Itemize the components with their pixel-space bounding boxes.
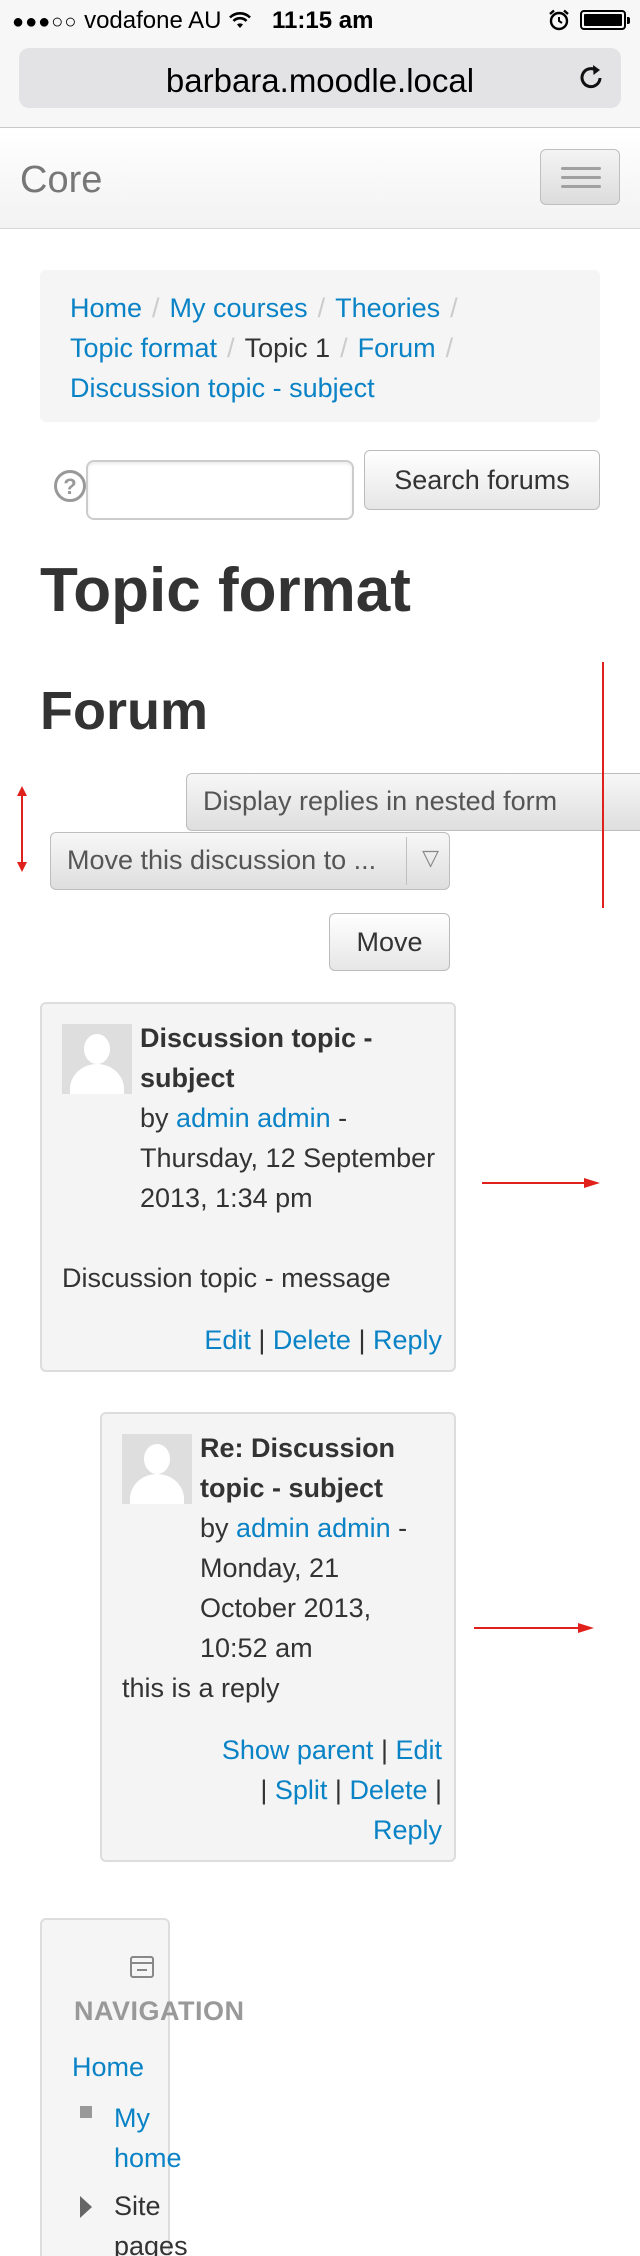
wifi-icon xyxy=(229,12,252,28)
forum-post-reply: Re: Discussion topic - subject by admin … xyxy=(100,1412,456,1862)
nav-home-link[interactable]: Home xyxy=(72,2052,144,2083)
post-commands: Edit | Delete | Reply xyxy=(204,1325,442,1355)
author-link[interactable]: admin admin xyxy=(176,1103,331,1133)
post-header: Discussion topic - subject by admin admi… xyxy=(140,1018,440,1218)
bullet-icon xyxy=(80,2106,92,2118)
expand-arrow-icon[interactable] xyxy=(80,2196,92,2218)
post-header: Re: Discussion topic - subject by admin … xyxy=(200,1428,430,1668)
annotation-vertical-line xyxy=(602,662,604,908)
move-button[interactable]: Move xyxy=(329,913,450,971)
navigation-block: NAVIGATION Home My home Site pages xyxy=(40,1918,244,2256)
chevron-down-icon: ▽ xyxy=(422,845,439,870)
post-message: this is a reply xyxy=(122,1673,280,1703)
annotation-double-arrow xyxy=(17,786,27,872)
edit-link[interactable]: Edit xyxy=(395,1735,442,1765)
site-navbar: Core xyxy=(0,129,640,229)
breadcrumb-forum[interactable]: Forum xyxy=(358,333,436,363)
avatar[interactable] xyxy=(62,1024,132,1094)
annotation-arrow-right xyxy=(482,1178,600,1188)
menu-toggle-button[interactable] xyxy=(540,149,620,205)
show-parent-link[interactable]: Show parent xyxy=(222,1735,374,1765)
search-forums-input[interactable] xyxy=(86,460,354,520)
reply-link[interactable]: Reply xyxy=(373,1815,442,1845)
post-subject: Discussion topic - subject xyxy=(140,1023,373,1093)
breadcrumb-topic-1: Topic 1 xyxy=(244,333,331,363)
breadcrumb-discussion[interactable]: Discussion topic - subject xyxy=(70,373,375,403)
post-date: Monday, 21 October 2013, 10:52 am xyxy=(200,1553,372,1663)
help-icon[interactable]: ? xyxy=(54,470,86,502)
carrier-name: vodafone AU xyxy=(84,7,222,34)
navigation-title: NAVIGATION xyxy=(74,1996,245,2026)
url-text: barbara.moodle.local xyxy=(165,62,475,99)
avatar[interactable] xyxy=(122,1434,192,1504)
page-title: Topic format xyxy=(40,556,411,625)
nav-my-home-link[interactable]: My home xyxy=(114,2098,194,2178)
author-link[interactable]: admin admin xyxy=(236,1513,391,1543)
site-brand[interactable]: Core xyxy=(20,159,102,202)
breadcrumb-my-courses[interactable]: My courses xyxy=(170,293,308,323)
post-commands: Show parent | Edit | Split | Delete | Repl… xyxy=(221,1735,442,1845)
split-link[interactable]: Split xyxy=(275,1775,328,1805)
forum-heading: Forum xyxy=(40,681,208,741)
breadcrumb-topic-format[interactable]: Topic format xyxy=(70,333,217,363)
post-message: Discussion topic - message xyxy=(62,1263,391,1293)
breadcrumb: Home / My courses / Theories / Topic format / To… xyxy=(40,270,600,422)
post-byline: by admin admin - Monday, 21 October 2013… xyxy=(200,1513,408,1663)
reply-link[interactable]: Reply xyxy=(373,1325,442,1355)
post-subject: Re: Discussion topic - subject xyxy=(200,1433,396,1503)
clock: 11:15 am xyxy=(272,7,374,34)
dock-block-icon[interactable] xyxy=(130,1956,154,1978)
breadcrumb-theories[interactable]: Theories xyxy=(335,293,440,323)
reload-icon[interactable] xyxy=(575,62,607,94)
carrier-info: ●●●○○ vodafone AU xyxy=(12,7,252,35)
nav-site-pages[interactable]: Site pages xyxy=(114,2186,194,2256)
browser-toolbar: barbara.moodle.local xyxy=(0,40,640,128)
battery-icon xyxy=(580,10,630,30)
post-date: Thursday, 12 September 2013, 1:34 pm xyxy=(140,1143,436,1213)
delete-link[interactable]: Delete xyxy=(349,1775,427,1805)
move-select-value: Move this discussion to ... xyxy=(67,845,377,875)
search-forums-button[interactable]: Search forums xyxy=(364,450,600,510)
breadcrumb-home[interactable]: Home xyxy=(70,293,142,323)
address-bar[interactable]: barbara.moodle.local xyxy=(19,48,621,108)
post-byline: by admin admin - Thursday, 12 September … xyxy=(140,1103,436,1213)
alarm-icon xyxy=(549,9,569,31)
ios-status-bar: ●●●○○ vodafone AU 11:15 am xyxy=(0,0,640,40)
edit-link[interactable]: Edit xyxy=(204,1325,251,1355)
signal-strength-icon: ●●●○○ xyxy=(12,11,78,33)
forum-post: Discussion topic - subject by admin admi… xyxy=(40,1002,456,1372)
annotation-arrow-right xyxy=(474,1623,594,1633)
display-mode-select[interactable]: Display replies in nested form xyxy=(186,773,640,831)
delete-link[interactable]: Delete xyxy=(273,1325,351,1355)
move-discussion-select[interactable]: Move this discussion to ... ▽ xyxy=(50,832,450,890)
